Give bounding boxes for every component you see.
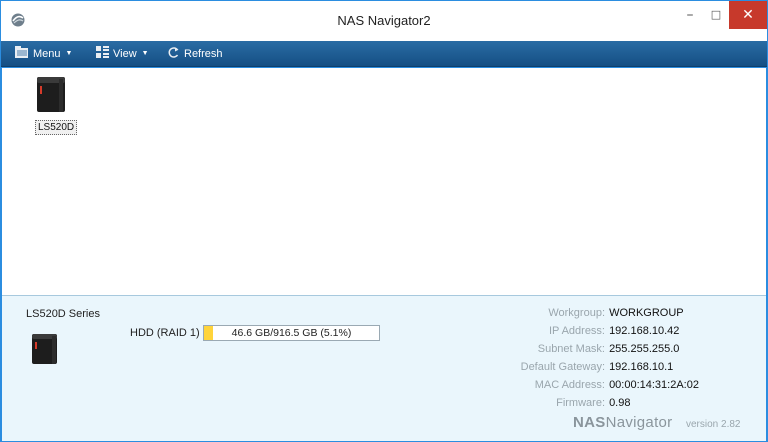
subnet-mask-row: Subnet Mask: 255.255.255.0 [482, 343, 762, 361]
hdd-usage-text: 46.6 GB/916.5 GB (5.1%) [231, 327, 352, 339]
info-key: Workgroup: [548, 307, 605, 319]
info-value: 192.168.10.1 [609, 361, 674, 373]
maximize-button[interactable]: □ [703, 1, 729, 29]
device-item[interactable]: LS520D [26, 74, 78, 144]
info-value: 192.168.10.42 [609, 325, 680, 337]
info-value: 0.98 [609, 397, 631, 409]
workgroup-row: Workgroup: WORKGROUP [482, 307, 762, 325]
device-list: LS520D [2, 68, 766, 295]
chevron-down-icon: ▼ [141, 50, 149, 57]
grid-view-icon [96, 45, 109, 63]
device-label: LS520D [35, 120, 78, 135]
info-key: IP Address: [548, 325, 605, 337]
app-window: NAS Navigator2 – □ ✕ Menu ▼ View ▼ Refre… [0, 0, 768, 442]
menu-label: Menu [33, 48, 61, 60]
info-key: Firmware: [556, 397, 605, 409]
close-button[interactable]: ✕ [729, 1, 767, 29]
brand-nas: NAS [573, 414, 606, 431]
info-key: MAC Address: [534, 379, 605, 391]
firmware-row: Firmware: 0.98 [482, 397, 762, 415]
window-title: NAS Navigator2 [337, 13, 431, 28]
info-value: WORKGROUP [609, 307, 684, 319]
refresh-button[interactable]: Refresh [167, 46, 223, 62]
nas-device-icon [34, 74, 68, 114]
nas-navigator-logo: NASNavigator [573, 414, 672, 431]
view-label: View [113, 48, 137, 60]
device-info-panel: LS520D Series HDD (RAID 1) 46.6 GB/916.5… [2, 295, 766, 441]
hdd-label: HDD (RAID 1) [130, 327, 200, 339]
minimize-button[interactable]: – [677, 1, 703, 29]
hdd-usage-bar: 46.6 GB/916.5 GB (5.1%) [203, 325, 380, 341]
version-text: version 2.82 [686, 419, 741, 430]
info-value: 00:00:14:31:2A:02 [609, 379, 699, 391]
info-key: Default Gateway: [520, 361, 605, 373]
chevron-down-icon: ▼ [65, 50, 73, 57]
network-info: Workgroup: WORKGROUP IP Address: 192.168… [482, 307, 762, 415]
folder-icon [15, 45, 29, 63]
nas-device-icon [30, 332, 60, 366]
brand-navigator: Navigator [605, 414, 673, 431]
menu-button[interactable]: Menu ▼ [15, 45, 73, 63]
default-gateway-row: Default Gateway: 192.168.10.1 [482, 361, 762, 379]
refresh-icon [167, 46, 180, 63]
device-series: LS520D Series [26, 308, 100, 320]
toolbar: Menu ▼ View ▼ Refresh [1, 41, 767, 67]
view-button[interactable]: View ▼ [96, 45, 149, 63]
refresh-label: Refresh [184, 48, 223, 60]
ip-address-row: IP Address: 192.168.10.42 [482, 325, 762, 343]
info-key: Subnet Mask: [537, 343, 605, 355]
mac-address-row: MAC Address: 00:00:14:31:2A:02 [482, 379, 762, 397]
title-bar[interactable]: NAS Navigator2 – □ ✕ [1, 1, 767, 41]
info-value: 255.255.255.0 [609, 343, 680, 355]
